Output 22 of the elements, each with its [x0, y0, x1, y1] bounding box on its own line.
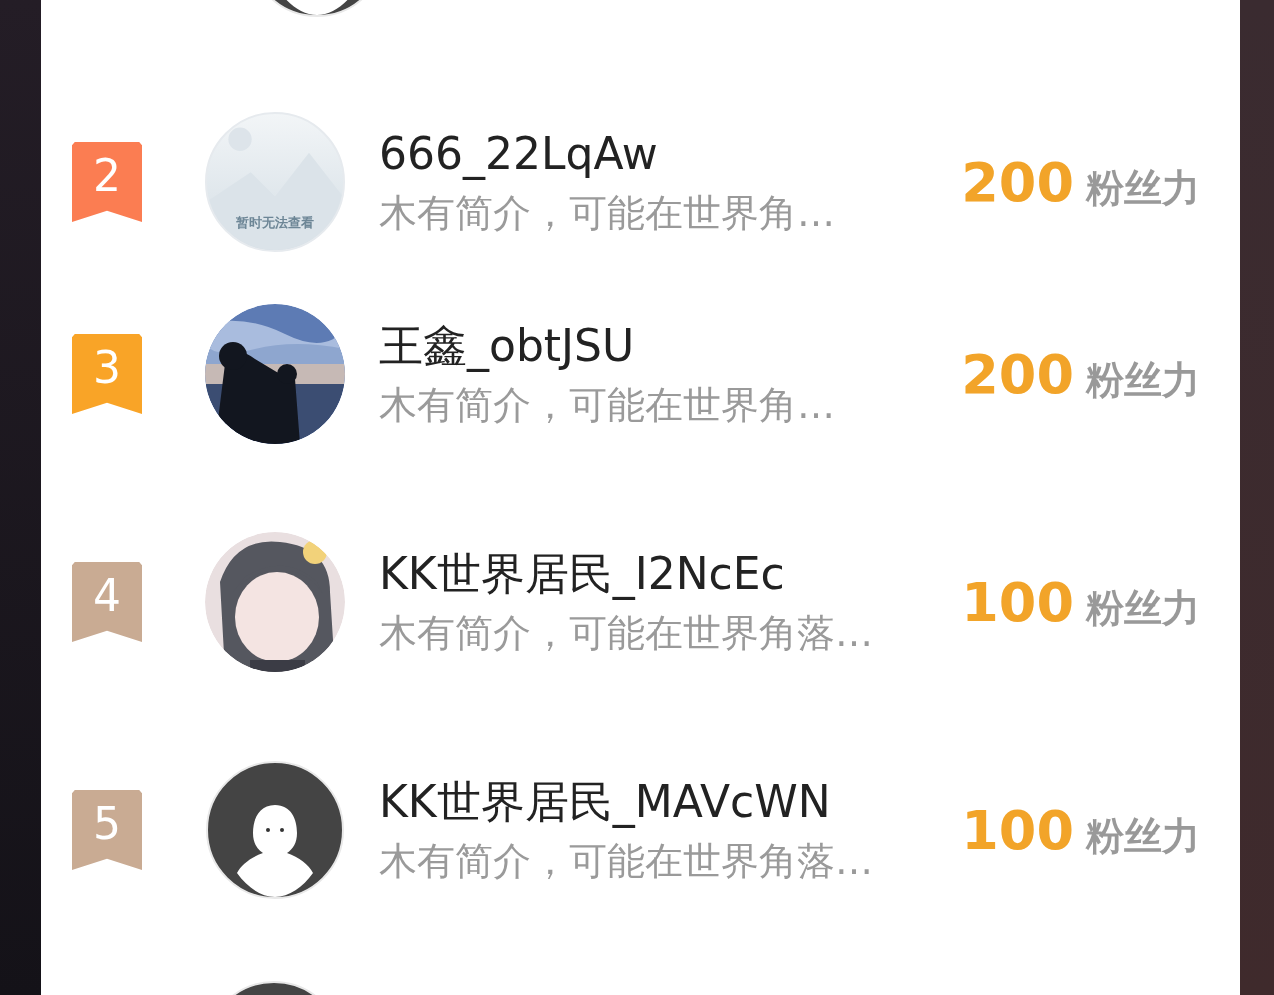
placeholder-text: 暂时无法查看: [235, 213, 315, 232]
avatar-icon: [205, 760, 345, 900]
user-name[interactable]: 666_22LqAw: [379, 126, 962, 182]
score-unit: 粉丝力: [1086, 812, 1200, 860]
rank-number: 3: [93, 342, 121, 394]
user-bio: 木有简介，可能在世界角落…: [379, 610, 874, 657]
score-unit: 粉丝力: [1086, 584, 1200, 632]
fan-score: 200: [961, 341, 1074, 408]
rank-number: 4: [93, 570, 121, 622]
fan-score: 100: [961, 569, 1074, 636]
user-bio: 木有简介，可能在世界角落…: [379, 838, 874, 885]
fan-score: 100: [961, 797, 1074, 864]
score-unit: 粉丝力: [1086, 356, 1200, 404]
user-bio: 木有简介，可能在世界角…: [379, 382, 836, 429]
user-name[interactable]: 王鑫_obtJSU: [379, 318, 962, 374]
rank-number: 2: [93, 150, 121, 202]
fan-score: 200: [961, 149, 1074, 216]
user-bio: 木有简介，可能在世界角…: [379, 190, 836, 237]
rank-number: 5: [93, 798, 121, 850]
score-unit: 粉丝力: [1086, 164, 1200, 212]
user-name[interactable]: KK世界居民_I2NcEc: [379, 546, 962, 602]
user-name[interactable]: KK世界居民_MAVcWN: [379, 774, 962, 830]
